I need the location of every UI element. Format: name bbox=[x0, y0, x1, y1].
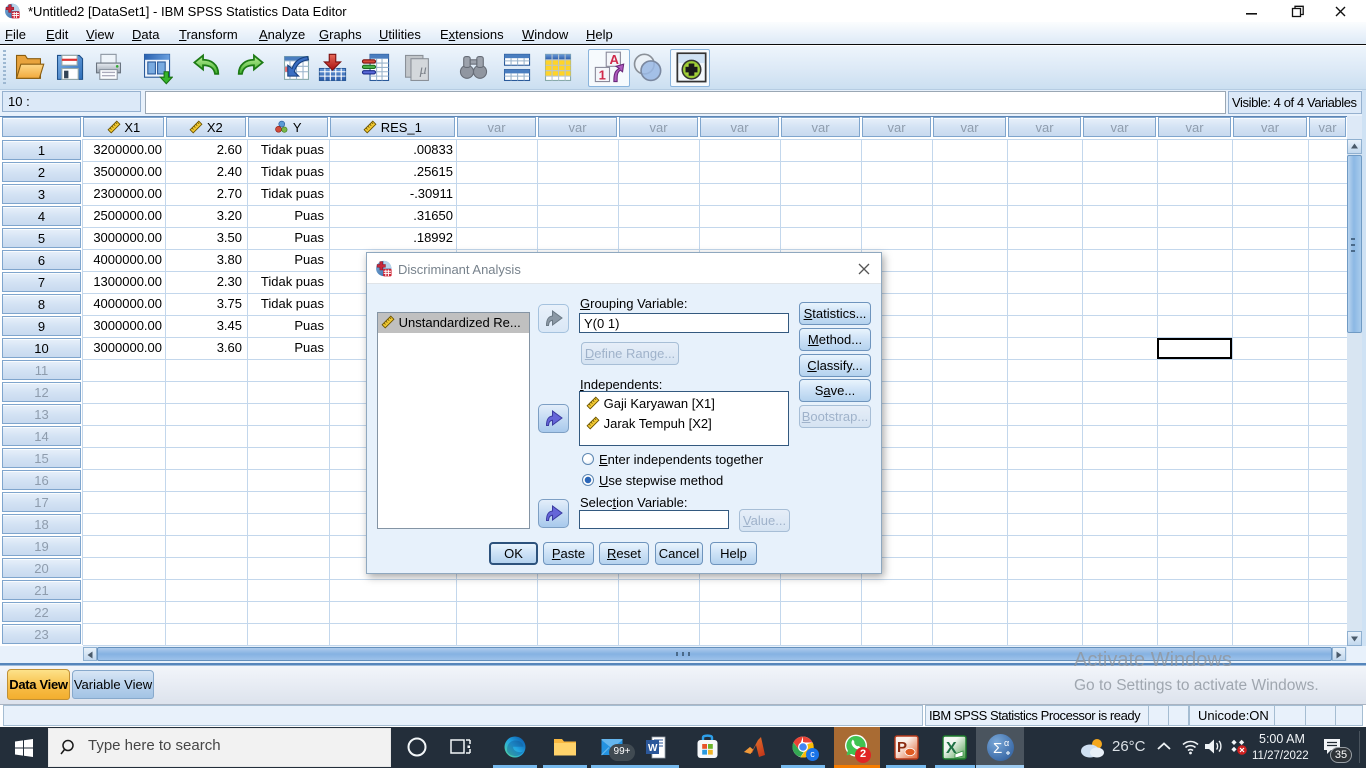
svg-text:μ: μ bbox=[419, 62, 427, 78]
svg-text:1: 1 bbox=[599, 67, 606, 82]
svg-text:A: A bbox=[610, 52, 620, 67]
svg-text:Σ: Σ bbox=[993, 740, 1002, 757]
svg-text:α: α bbox=[1004, 738, 1009, 748]
svg-text:W: W bbox=[648, 743, 658, 754]
